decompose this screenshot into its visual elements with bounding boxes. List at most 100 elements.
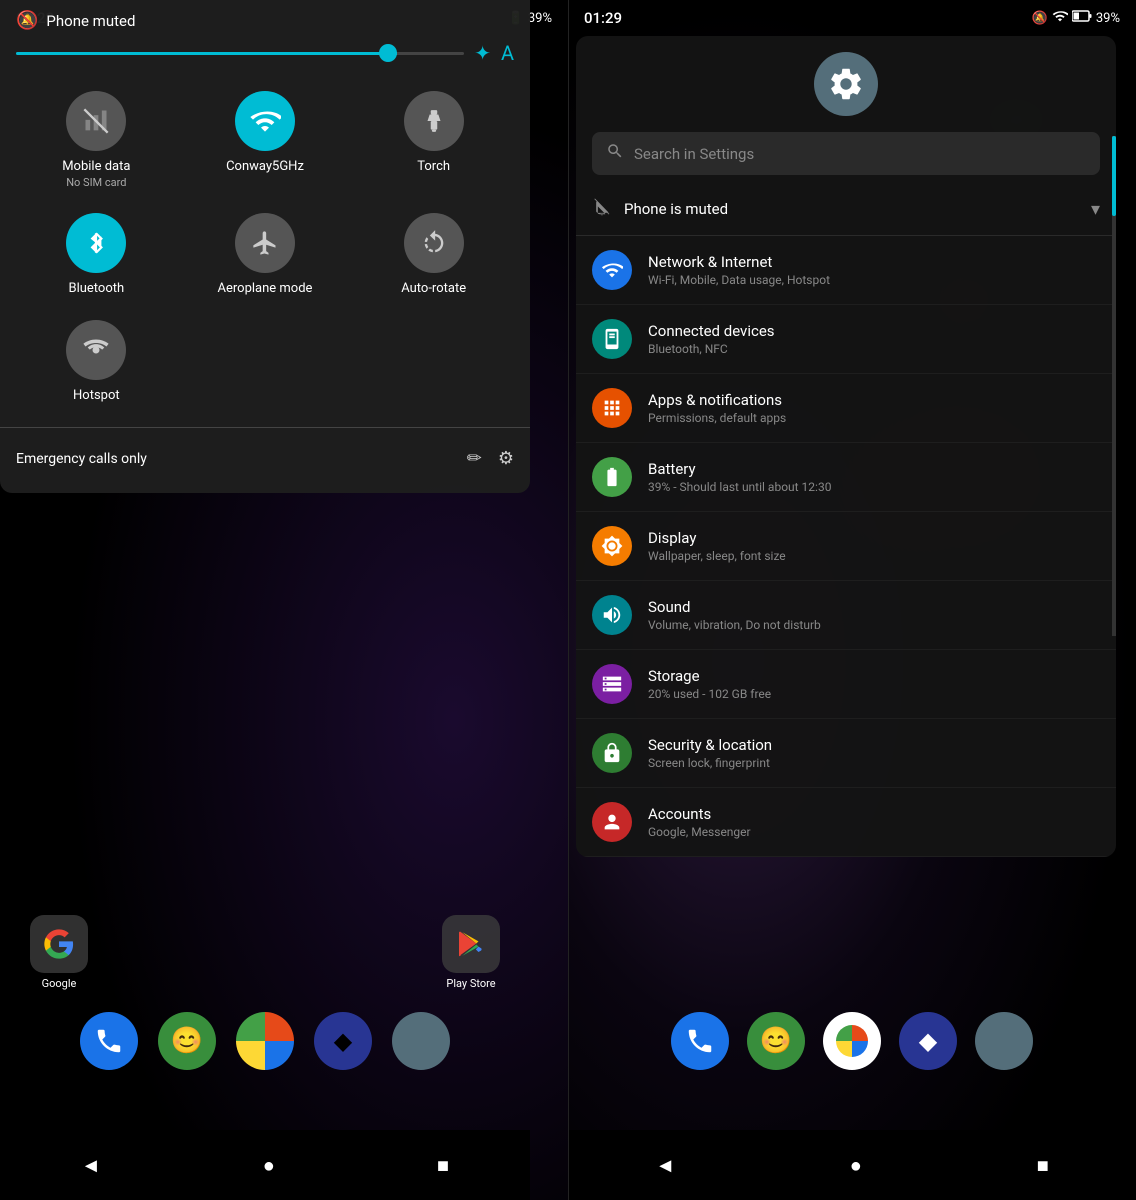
emergency-row: Emergency calls only ✏ ⚙: [0, 436, 530, 481]
tile-mobile-data-circle: [66, 91, 126, 151]
search-icon: [606, 142, 624, 165]
notification-icon: 🔕: [1032, 11, 1048, 26]
dock-multicolor[interactable]: [236, 1012, 294, 1070]
settings-item-connected-devices[interactable]: Connected devices Bluetooth, NFC: [576, 305, 1116, 374]
tile-wifi-label: Conway5GHz: [226, 159, 304, 174]
accounts-title: Accounts: [648, 805, 1100, 823]
google-app[interactable]: Google: [30, 915, 88, 990]
nav-back-left[interactable]: ◄: [81, 1153, 101, 1178]
phone-muted-label: Phone muted: [46, 12, 135, 30]
partial-apps-row: Google Play Store: [0, 915, 530, 990]
playstore-app[interactable]: Play Store: [442, 915, 500, 990]
tile-mobile-data[interactable]: Mobile data No SIM card: [16, 83, 177, 197]
battery-percent-left: 39%: [528, 11, 552, 26]
accounts-icon-circle: [592, 802, 632, 842]
apps-title: Apps & notifications: [648, 391, 1100, 409]
nav-recents-left[interactable]: ■: [437, 1153, 449, 1178]
tile-autorotate[interactable]: Auto-rotate: [353, 205, 514, 304]
connected-devices-title: Connected devices: [648, 322, 1100, 340]
wifi-icon-status: [1052, 8, 1068, 28]
apps-item-text: Apps & notifications Permissions, defaul…: [648, 391, 1100, 425]
settings-item-battery[interactable]: Battery 39% - Should last until about 12…: [576, 443, 1116, 512]
settings-scrollbar-track: [1112, 136, 1116, 636]
dock-face-green[interactable]: 😊: [158, 1012, 216, 1070]
apps-icon-circle: [592, 388, 632, 428]
phone-icon-right: [671, 1012, 729, 1070]
dock-gray[interactable]: [392, 1012, 450, 1070]
nav-home-right[interactable]: ●: [850, 1153, 862, 1178]
dock-apps-left: 😊 ◆: [0, 1012, 530, 1070]
settings-search-bar[interactable]: Search in Settings: [592, 132, 1100, 175]
search-placeholder: Search in Settings: [634, 145, 754, 163]
dock-gray-right[interactable]: [975, 1012, 1033, 1070]
sound-icon-circle: [592, 595, 632, 635]
brightness-thumb[interactable]: [379, 44, 397, 62]
accounts-subtitle: Google, Messenger: [648, 825, 1100, 839]
battery-percent-right: 39%: [1096, 11, 1120, 26]
phone-muted-icon-right: [592, 197, 612, 221]
brightness-track[interactable]: [16, 52, 464, 55]
qs-divider: [0, 427, 530, 428]
status-time-right: 01:29: [584, 9, 622, 27]
tile-hotspot[interactable]: Hotspot: [16, 312, 177, 411]
quick-settings-panel: 🔕 Phone muted ✦ A: [0, 0, 530, 493]
quick-tiles-grid: Mobile data No SIM card Conway5GHz: [0, 75, 530, 419]
gray-icon: [392, 1012, 450, 1070]
dock-face-right[interactable]: 😊: [747, 1012, 805, 1070]
dock-diamond-right[interactable]: ◆: [899, 1012, 957, 1070]
nav-back-right[interactable]: ◄: [655, 1153, 675, 1178]
phone-muted-notification: 🔕 Phone muted: [0, 0, 530, 37]
battery-icon-circle: [592, 457, 632, 497]
brightness-auto-icon[interactable]: A: [501, 41, 514, 65]
diamond-icon: ◆: [314, 1012, 372, 1070]
security-subtitle: Screen lock, fingerprint: [648, 756, 1100, 770]
dock-multicolor-right[interactable]: [823, 1012, 881, 1070]
sound-item-text: Sound Volume, vibration, Do not disturb: [648, 598, 1100, 632]
settings-icon-qs[interactable]: ⚙: [498, 448, 514, 469]
left-panel: 01:28 🔋 39% 🔕 Phone muted ✦ A: [0, 0, 568, 1200]
phone-muted-text-right: Phone is muted: [624, 200, 728, 218]
storage-title: Storage: [648, 667, 1100, 685]
tile-wifi[interactable]: Conway5GHz: [185, 83, 346, 197]
settings-item-network[interactable]: Network & Internet Wi-Fi, Mobile, Data u…: [576, 236, 1116, 305]
settings-item-accounts[interactable]: Accounts Google, Messenger: [576, 788, 1116, 857]
settings-list: Network & Internet Wi-Fi, Mobile, Data u…: [576, 236, 1116, 857]
tile-autorotate-circle: [404, 213, 464, 273]
phone-muted-left: Phone is muted: [592, 197, 728, 221]
tile-aeroplane[interactable]: Aeroplane mode: [185, 205, 346, 304]
phone-muted-row[interactable]: Phone is muted ▾: [576, 183, 1116, 236]
sound-subtitle: Volume, vibration, Do not disturb: [648, 618, 1100, 632]
tile-torch[interactable]: Torch: [353, 83, 514, 197]
tile-bluetooth[interactable]: Bluetooth: [16, 205, 177, 304]
brightness-row: ✦ A: [0, 37, 530, 75]
nav-bar-right: ◄ ● ■: [568, 1130, 1136, 1200]
display-item-text: Display Wallpaper, sleep, font size: [648, 529, 1100, 563]
battery-subtitle: 39% - Should last until about 12:30: [648, 480, 1100, 494]
settings-item-storage[interactable]: Storage 20% used - 102 GB free: [576, 650, 1116, 719]
tile-hotspot-circle: [66, 320, 126, 380]
tile-hotspot-label: Hotspot: [73, 388, 120, 403]
tile-aeroplane-circle: [235, 213, 295, 273]
settings-item-sound[interactable]: Sound Volume, vibration, Do not disturb: [576, 581, 1116, 650]
edit-icon[interactable]: ✏: [467, 448, 482, 469]
settings-item-apps[interactable]: Apps & notifications Permissions, defaul…: [576, 374, 1116, 443]
security-item-text: Security & location Screen lock, fingerp…: [648, 736, 1100, 770]
battery-item-text: Battery 39% - Should last until about 12…: [648, 460, 1100, 494]
storage-icon-circle: [592, 664, 632, 704]
dock-phone-right[interactable]: [671, 1012, 729, 1070]
gray-icon-right: [975, 1012, 1033, 1070]
right-panel: 01:29 🔕 39% Search in Settings: [568, 0, 1136, 1200]
settings-item-display[interactable]: Display Wallpaper, sleep, font size: [576, 512, 1116, 581]
settings-item-security[interactable]: Security & location Screen lock, fingerp…: [576, 719, 1116, 788]
network-icon-circle: [592, 250, 632, 290]
nav-recents-right[interactable]: ■: [1037, 1153, 1049, 1178]
dock-phone[interactable]: [80, 1012, 138, 1070]
display-icon-circle: [592, 526, 632, 566]
security-icon-circle: [592, 733, 632, 773]
brightness-sun-icon[interactable]: ✦: [474, 41, 491, 65]
dock-diamond[interactable]: ◆: [314, 1012, 372, 1070]
nav-home-left[interactable]: ●: [263, 1153, 275, 1178]
chevron-down-icon: ▾: [1091, 199, 1100, 220]
diamond-icon-right: ◆: [899, 1012, 957, 1070]
settings-scrollbar-thumb[interactable]: [1112, 136, 1116, 216]
